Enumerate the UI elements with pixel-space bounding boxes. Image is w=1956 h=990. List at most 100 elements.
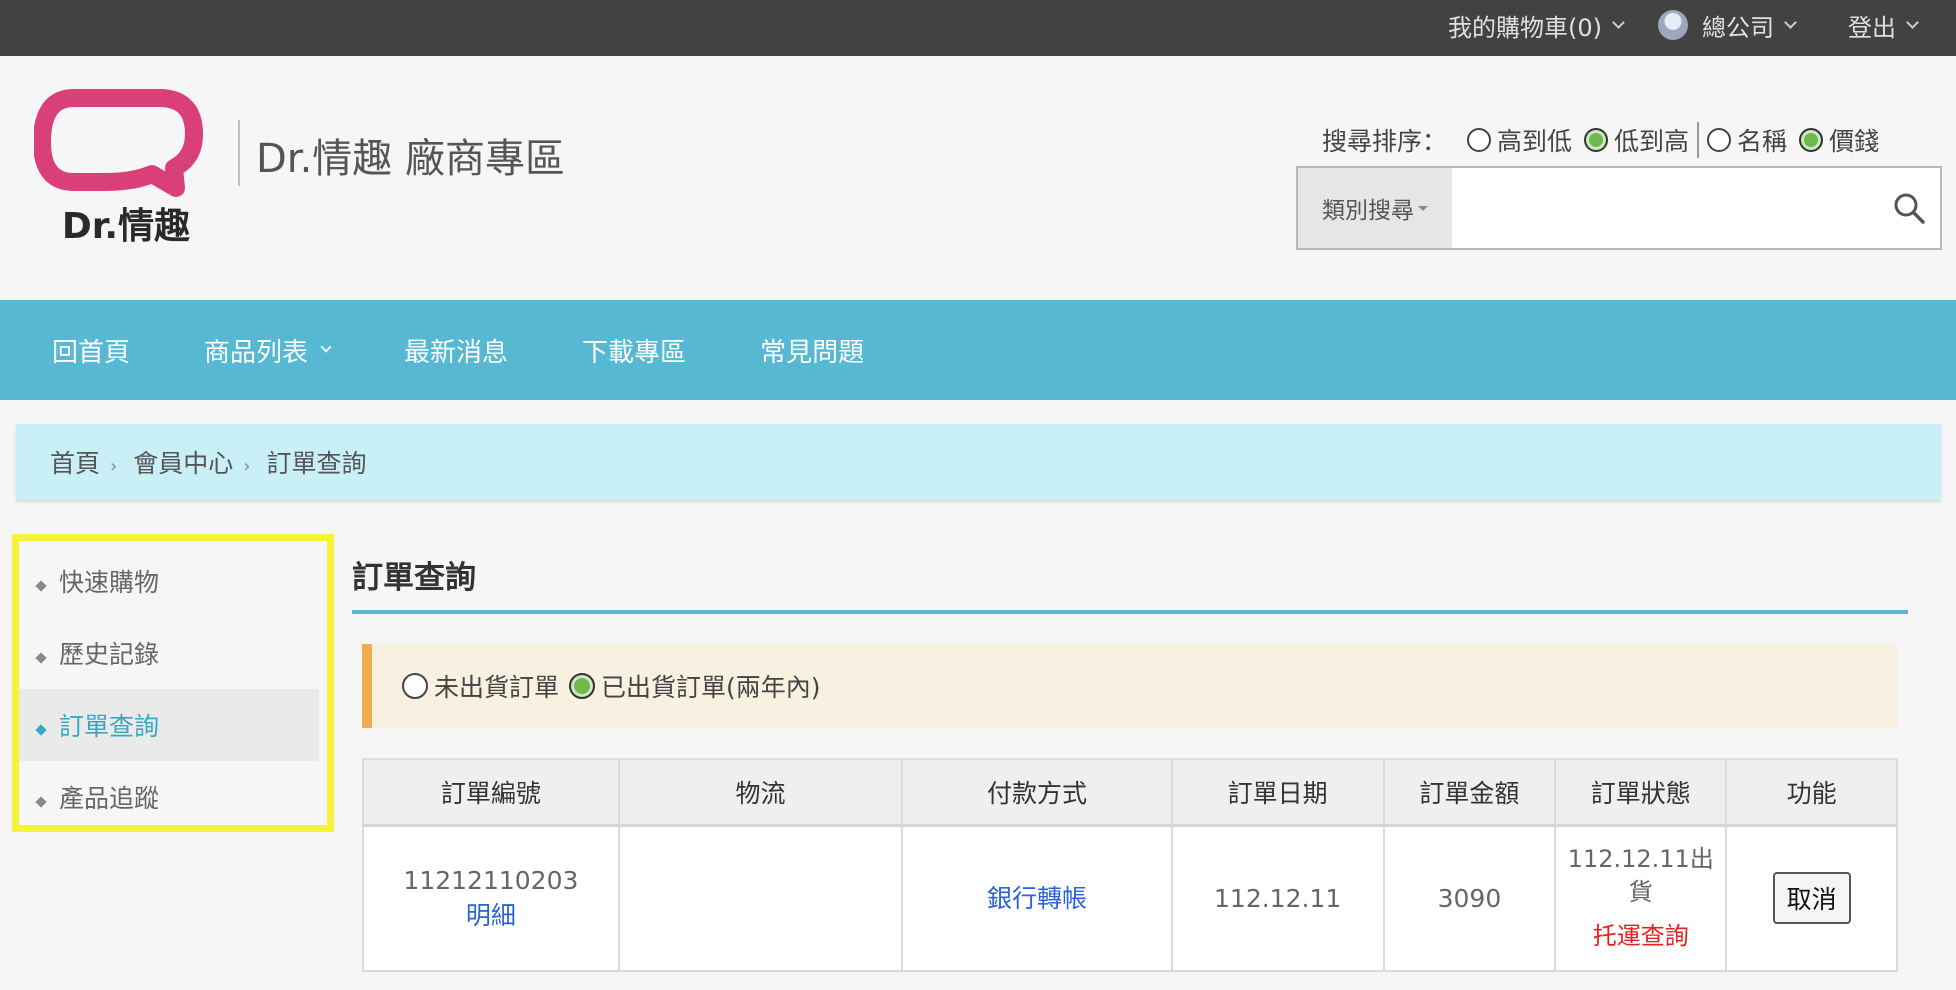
filter-shipped[interactable]: 已出貨訂單(兩年內) (569, 668, 821, 704)
sort-option-label: 高到低 (1497, 127, 1573, 156)
sort-label: 搜尋排序： (1322, 127, 1448, 156)
col-header-date: 訂單日期 (1170, 758, 1385, 827)
logout-label: 登出 (1848, 13, 1896, 42)
header-divider (238, 120, 240, 186)
breadcrumb-current: 訂單查詢 (266, 449, 367, 478)
shipping-status: 112.12.11出貨 (1567, 844, 1714, 907)
site-logo[interactable]: Dr.情趣 (33, 86, 214, 256)
radio-icon[interactable] (1467, 128, 1492, 152)
cell-amount: 3090 (1382, 824, 1557, 972)
payment-method-link[interactable]: 銀行轉帳 (987, 884, 1087, 913)
diamond-bullet-icon (35, 796, 47, 808)
sidebar-item-label: 歷史記錄 (59, 640, 160, 669)
logo-text: Dr.情趣 (62, 206, 190, 247)
radio-icon[interactable] (1707, 128, 1732, 152)
cell-actions: 取消 (1725, 824, 1898, 972)
radio-icon[interactable] (402, 673, 428, 699)
cell-status: 112.12.11出貨 托運查詢 (1554, 824, 1728, 972)
order-detail-link[interactable]: 明細 (364, 898, 618, 933)
sort-option-low-to-high[interactable]: 低到高 (1584, 122, 1700, 158)
sidebar-item-product-tracking[interactable]: 產品追蹤 (19, 761, 319, 833)
filter-unshipped[interactable]: 未出貨訂單 (402, 668, 559, 704)
cell-logistics (617, 824, 904, 972)
site-title: Dr.情趣 廠商專區 (256, 136, 566, 182)
col-header-amount: 訂單金額 (1382, 758, 1557, 827)
table-header-row: 訂單編號 物流 付款方式 訂單日期 訂單金額 訂單狀態 功能 (362, 758, 1898, 827)
cell-payment: 銀行轉帳 (901, 824, 1173, 972)
chevron-down-icon (1784, 15, 1797, 29)
chevron-right-icon: › (243, 455, 251, 477)
sort-options: 搜尋排序： 高到低 低到高 名稱 價錢 (1322, 122, 1891, 158)
avatar (1658, 10, 1688, 40)
sidebar-item-label: 訂單查詢 (59, 712, 160, 741)
nav-item-news[interactable]: 最新消息 (404, 332, 508, 369)
site-header: Dr.情趣 Dr.情趣 廠商專區 搜尋排序： 高到低 低到高 名稱 價錢 類別搜… (0, 56, 1956, 300)
nav-item-home[interactable]: 回首頁 (52, 332, 130, 369)
logo-speech-bubble-icon: Dr.情趣 (33, 89, 203, 247)
col-header-status: 訂單狀態 (1554, 758, 1728, 827)
nav-item-faq[interactable]: 常見問題 (760, 332, 864, 369)
chevron-right-icon: › (110, 455, 118, 477)
nav-item-products[interactable]: 商品列表 (204, 332, 332, 369)
sidebar-item-label: 產品追蹤 (59, 784, 160, 813)
sort-option-label: 低到高 (1614, 127, 1690, 156)
breadcrumb-member-center[interactable]: 會員中心 (133, 444, 233, 480)
user-name: 總公司 (1702, 13, 1774, 42)
radio-checked-icon[interactable] (1584, 128, 1609, 152)
sidebar-item-quick-shop[interactable]: 快速購物 (19, 545, 319, 617)
table-row: 11212110203 明細 銀行轉帳 112.12.11 3090 112.1… (362, 824, 1898, 972)
cell-order-no: 11212110203 明細 (362, 824, 620, 972)
page-title: 訂單查詢 (352, 560, 476, 596)
col-header-order-no: 訂單編號 (362, 758, 620, 827)
sort-option-high-to-low[interactable]: 高到低 (1467, 122, 1572, 158)
nav-item-label: 最新消息 (404, 337, 509, 368)
col-header-logistics: 物流 (617, 758, 904, 827)
sort-option-price[interactable]: 價錢 (1799, 122, 1879, 158)
nav-item-label: 下載專區 (582, 337, 687, 368)
chevron-down-icon (1612, 15, 1625, 29)
nav-item-label: 回首頁 (52, 337, 131, 368)
main-nav: 回首頁 商品列表 最新消息 下載專區 常見問題 (0, 300, 1956, 400)
filter-option-label: 已出貨訂單(兩年內) (601, 673, 821, 702)
search-input[interactable] (1452, 168, 1878, 248)
sort-option-label: 名稱 (1737, 127, 1788, 156)
radio-checked-icon[interactable] (1799, 128, 1824, 152)
sort-option-name[interactable]: 名稱 (1707, 122, 1787, 158)
cancel-order-button[interactable]: 取消 (1772, 872, 1851, 925)
cell-date: 112.12.11 (1170, 824, 1385, 972)
tracking-query-link[interactable]: 托運查詢 (1556, 920, 1725, 954)
sort-option-label: 價錢 (1829, 127, 1880, 156)
radio-checked-icon[interactable] (569, 673, 596, 699)
search-button[interactable] (1878, 168, 1940, 248)
chevron-down-icon (1906, 15, 1919, 29)
user-menu[interactable]: 總公司 (1658, 0, 1797, 50)
breadcrumb: 首頁 › 會員中心 › 訂單查詢 (16, 424, 1941, 500)
sidebar-item-label: 快速購物 (59, 568, 160, 597)
sidebar-item-history[interactable]: 歷史記錄 (19, 617, 319, 689)
orders-table: 訂單編號 物流 付款方式 訂單日期 訂單金額 訂單狀態 功能 112121102… (362, 758, 1898, 972)
cart-menu[interactable]: 我的購物車(0) (1448, 0, 1625, 50)
search-icon (1894, 193, 1925, 224)
sidebar-item-order-query[interactable]: 訂單查詢 (19, 689, 319, 761)
category-search-dropdown[interactable]: 類別搜尋 (1298, 168, 1452, 248)
col-header-actions: 功能 (1725, 758, 1898, 827)
nav-item-downloads[interactable]: 下載專區 (582, 332, 686, 369)
order-filter: 未出貨訂單 已出貨訂單(兩年內) (362, 644, 1898, 728)
breadcrumb-home[interactable]: 首頁 (50, 444, 100, 480)
nav-item-label: 常見問題 (760, 337, 865, 368)
title-divider (352, 610, 1908, 614)
filter-option-label: 未出貨訂單 (434, 673, 560, 702)
cart-label: 我的購物車(0) (1448, 13, 1602, 42)
logout-menu[interactable]: 登出 (1848, 0, 1919, 50)
top-bar: 我的購物車(0) 總公司 登出 (0, 0, 1956, 56)
diamond-bullet-icon (35, 724, 47, 736)
category-search-label: 類別搜尋 (1322, 198, 1414, 224)
search-box: 類別搜尋 (1296, 166, 1942, 250)
diamond-bullet-icon (35, 652, 47, 664)
member-sidebar: 快速購物 歷史記錄 訂單查詢 產品追蹤 (12, 534, 334, 832)
caret-down-icon (1418, 205, 1428, 211)
chevron-down-icon (320, 341, 332, 353)
order-number: 11212110203 (403, 866, 579, 896)
col-header-payment: 付款方式 (901, 758, 1173, 827)
diamond-bullet-icon (35, 580, 47, 592)
